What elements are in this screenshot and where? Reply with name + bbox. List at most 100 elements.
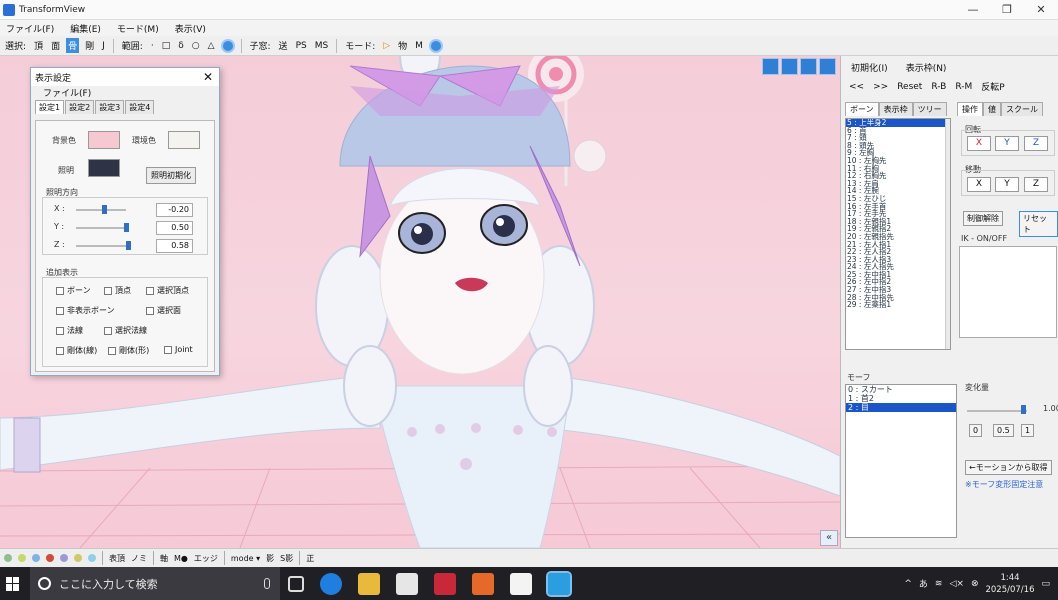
microphone-icon[interactable]	[264, 578, 270, 589]
range-lasso-button[interactable]: δ	[176, 40, 186, 52]
get-from-motion-button[interactable]: ←モーションから取得	[965, 460, 1052, 475]
axis-toggle[interactable]: 軸	[160, 553, 168, 564]
store-icon[interactable]	[396, 572, 418, 595]
dialog-menu-file[interactable]: ファイル(F)	[31, 86, 219, 100]
select-rigid-button[interactable]: 剛	[83, 38, 96, 53]
morph-list-item[interactable]: 1 : 首2	[846, 394, 956, 403]
zoom-icon[interactable]	[800, 58, 817, 75]
check-vertex[interactable]: 頂点	[104, 285, 131, 296]
office-app-icon[interactable]	[472, 572, 494, 595]
child-ps-button[interactable]: PS	[294, 40, 309, 52]
taskbar-search[interactable]: ここに入力して検索	[30, 567, 280, 600]
bone-list-item[interactable]: 29 : 左薬指1	[846, 301, 950, 309]
check-bone[interactable]: ボーン	[56, 285, 91, 296]
ortho-toggle[interactable]: 正	[306, 553, 314, 564]
menu-file[interactable]: ファイル(F)	[6, 22, 54, 35]
morph-list[interactable]: 0 : スカート 1 : 首2 2 : 目	[845, 384, 957, 538]
release-control-button[interactable]: 制御解除	[963, 211, 1003, 226]
self-shadow-toggle[interactable]: S影	[280, 553, 293, 564]
preset-0-button[interactable]: 0	[969, 424, 983, 437]
tab-settings-3[interactable]: 設定3	[95, 100, 125, 114]
light-reset-button[interactable]: 照明初期化	[146, 167, 196, 184]
morph-list-item[interactable]: 2 : 目	[846, 403, 956, 412]
dialog-close-icon[interactable]: ✕	[203, 70, 213, 84]
y-slider-track[interactable]	[76, 227, 126, 229]
z-slider-track[interactable]	[76, 245, 126, 247]
select-vertex-button[interactable]: 頂	[32, 38, 45, 53]
display-toggle-icon[interactable]	[32, 554, 40, 562]
bone-list-scrollbar[interactable]	[945, 119, 950, 349]
tab-operation[interactable]: 操作	[957, 102, 983, 116]
preset-half-button[interactable]: 0.5	[993, 424, 1014, 437]
prev-button[interactable]: <<	[849, 82, 864, 92]
env-color-swatch[interactable]	[168, 131, 200, 149]
select-face-button[interactable]: 面	[49, 38, 62, 53]
tab-settings-2[interactable]: 設定2	[65, 100, 95, 114]
range-active-icon[interactable]	[220, 38, 235, 53]
surface-vertex-toggle[interactable]: 表頂	[109, 553, 125, 564]
check-selected-normal[interactable]: 選択法線	[104, 325, 147, 336]
tab-value[interactable]: 値	[983, 102, 1001, 116]
minimize-button[interactable]: —	[956, 3, 990, 16]
file-explorer-icon[interactable]	[358, 572, 380, 595]
display-toggle-icon[interactable]	[88, 554, 96, 562]
flip-pose-button[interactable]: 反転P	[981, 80, 1004, 93]
y-value[interactable]: 0.50	[156, 221, 193, 235]
bg-color-swatch[interactable]	[88, 131, 120, 149]
move-x-button[interactable]: X	[967, 177, 991, 192]
edge-toggle[interactable]: エッジ	[194, 553, 218, 564]
tab-display-frame[interactable]: 表示枠	[878, 102, 913, 116]
display-toggle-icon[interactable]	[46, 554, 54, 562]
start-windows-icon[interactable]	[6, 576, 20, 591]
check-normal[interactable]: 法線	[56, 325, 83, 336]
change-slider-track[interactable]	[967, 410, 1027, 412]
morph-mode-button[interactable]: M	[413, 40, 425, 52]
edge-browser-icon[interactable]	[320, 572, 342, 595]
close-button[interactable]: ✕	[1024, 3, 1058, 16]
reset-button[interactable]: Reset	[897, 82, 922, 92]
display-frame-button[interactable]: 表示枠(N)	[906, 61, 947, 74]
chevron-up-icon[interactable]: ^	[904, 579, 912, 589]
rb-button[interactable]: R-B	[931, 82, 946, 92]
move-y-button[interactable]: Y	[995, 177, 1019, 192]
task-view-icon[interactable]	[288, 575, 304, 592]
x-slider-knob[interactable]	[102, 205, 107, 214]
collapse-panel-button[interactable]: «	[820, 530, 838, 546]
change-value[interactable]: 1.00	[1043, 404, 1058, 413]
target-icon[interactable]	[428, 38, 443, 53]
range-rect-button[interactable]: □	[160, 40, 173, 52]
display-toggle-icon[interactable]	[18, 554, 26, 562]
pan-icon[interactable]	[762, 58, 779, 75]
rotate-y-button[interactable]: Y	[995, 136, 1019, 151]
action-center-icon[interactable]: ▭	[1041, 579, 1050, 589]
mode-dropdown[interactable]: mode ▾	[231, 554, 260, 563]
select-joint-button[interactable]: J	[100, 40, 107, 52]
rm-button[interactable]: R-M	[955, 82, 972, 92]
menu-edit[interactable]: 編集(E)	[70, 22, 101, 35]
notification-dot-icon[interactable]: ⊗	[971, 579, 979, 589]
range-triangle-button[interactable]: △	[206, 40, 217, 52]
clock[interactable]: 1:44 2025/07/16	[985, 572, 1034, 596]
physics-button[interactable]: 物	[396, 38, 409, 53]
check-joint[interactable]: Joint	[164, 345, 193, 354]
tab-tree[interactable]: ツリー	[912, 102, 947, 116]
shadow-toggle[interactable]: 影	[266, 553, 274, 564]
range-point-button[interactable]: ·	[149, 40, 156, 52]
check-hidden-bone[interactable]: 非表示ボーン	[56, 305, 115, 316]
light-color-swatch[interactable]	[88, 159, 120, 177]
check-selected-vertex[interactable]: 選択頂点	[146, 285, 189, 296]
rotate-z-button[interactable]: Z	[1024, 136, 1048, 151]
mail-icon[interactable]	[510, 572, 532, 595]
bone-reset-button[interactable]: リセット	[1019, 211, 1058, 237]
check-rigid-shape[interactable]: 剛体(形)	[108, 345, 149, 356]
model-toggle[interactable]: M●	[174, 554, 188, 563]
select-bone-button[interactable]: 骨	[66, 38, 80, 53]
tab-scroll[interactable]: スクール	[1001, 102, 1043, 116]
rotate-x-button[interactable]: X	[967, 136, 991, 151]
maximize-button[interactable]: ❐	[990, 3, 1024, 16]
preset-1-button[interactable]: 1	[1021, 424, 1035, 437]
display-toggle-icon[interactable]	[74, 554, 82, 562]
move-z-button[interactable]: Z	[1024, 177, 1048, 192]
next-button[interactable]: >>	[873, 82, 888, 92]
y-slider-knob[interactable]	[124, 223, 129, 232]
